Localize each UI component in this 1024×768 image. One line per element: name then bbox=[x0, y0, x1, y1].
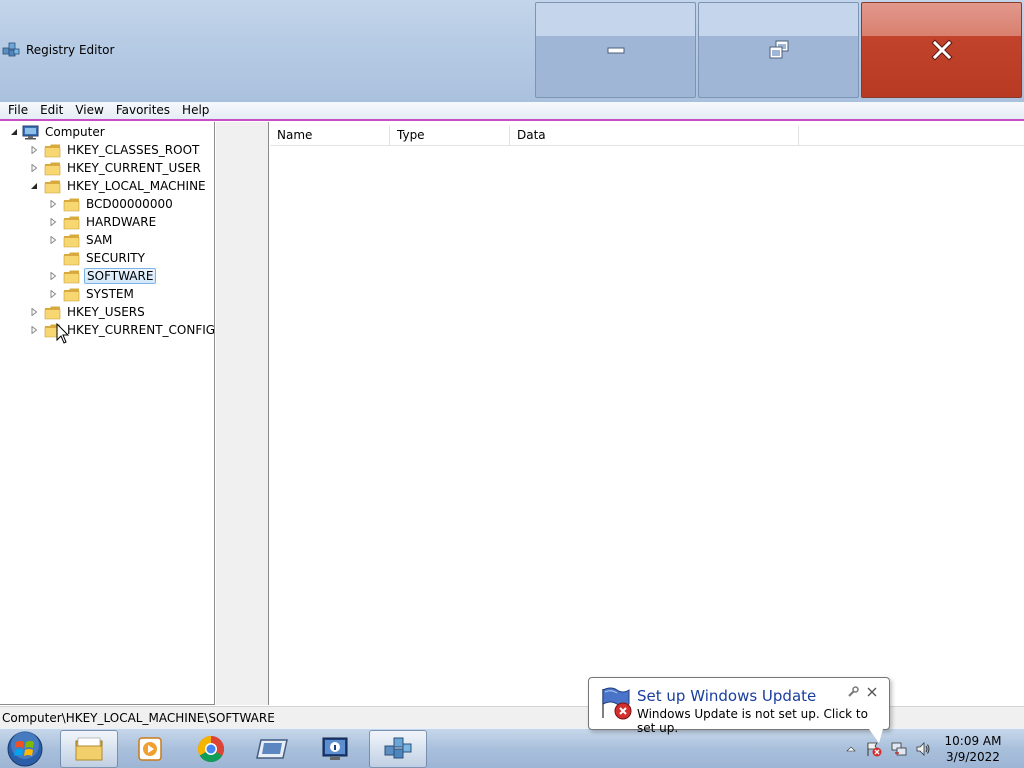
column-header-name[interactable]: Name bbox=[270, 126, 390, 146]
tree-item-label: HKEY_USERS bbox=[67, 305, 145, 319]
clock-time: 10:09 AM bbox=[944, 734, 1002, 748]
volume-icon[interactable] bbox=[915, 741, 931, 757]
tree-item-sam[interactable]: SAM bbox=[48, 231, 114, 249]
menu-bar: File Edit View Favorites Help bbox=[0, 102, 1024, 121]
media-player-icon bbox=[138, 737, 162, 761]
taskbar-system-information[interactable] bbox=[306, 730, 364, 768]
taskbar-remote-desktop[interactable] bbox=[243, 730, 301, 768]
action-center-flag-icon bbox=[602, 687, 632, 720]
show-hidden-icons[interactable] bbox=[843, 741, 859, 757]
menu-edit[interactable]: Edit bbox=[34, 102, 69, 119]
tree-item-label: BCD00000000 bbox=[86, 197, 173, 211]
folder-icon bbox=[44, 144, 61, 157]
folder-icon bbox=[63, 234, 80, 247]
tree-item-hkey-users[interactable]: HKEY_USERS bbox=[29, 303, 147, 321]
close-icon bbox=[930, 39, 953, 61]
close-icon[interactable] bbox=[866, 686, 878, 698]
taskbar-file-explorer[interactable] bbox=[60, 730, 118, 768]
folder-icon bbox=[63, 288, 80, 301]
tree-item-hkey-classes-root[interactable]: HKEY_CLASSES_ROOT bbox=[29, 141, 201, 159]
network-icon[interactable] bbox=[891, 741, 907, 757]
collapse-arrow-icon[interactable] bbox=[29, 326, 38, 335]
folder-icon bbox=[44, 306, 61, 319]
collapse-arrow-icon[interactable] bbox=[48, 290, 57, 299]
tree-item-label: SECURITY bbox=[86, 251, 145, 265]
tree-item-label: HKEY_LOCAL_MACHINE bbox=[67, 179, 206, 193]
tree-item-security[interactable]: SECURITY bbox=[48, 249, 147, 267]
tree-item-label-selected: SOFTWARE bbox=[84, 268, 157, 284]
collapse-arrow-icon[interactable] bbox=[48, 272, 57, 281]
chrome-icon bbox=[197, 735, 225, 763]
mouse-pointer-icon bbox=[56, 323, 70, 344]
notification-title: Set up Windows Update bbox=[637, 687, 817, 705]
window-title: Registry Editor bbox=[26, 43, 115, 57]
status-path: Computer\HKEY_LOCAL_MACHINE\SOFTWARE bbox=[2, 711, 275, 725]
expand-arrow-icon[interactable] bbox=[29, 182, 38, 191]
tree-item-system[interactable]: SYSTEM bbox=[48, 285, 136, 303]
folder-icon bbox=[63, 252, 80, 265]
remote-desktop-icon bbox=[256, 739, 288, 759]
no-expander-spacer bbox=[48, 254, 57, 263]
tree-item-hkey-local-machine[interactable]: HKEY_LOCAL_MACHINE bbox=[29, 177, 208, 195]
notification-pointer bbox=[869, 729, 883, 743]
tree-item-label: HKEY_CURRENT_USER bbox=[67, 161, 201, 175]
file-explorer-icon bbox=[75, 737, 103, 761]
title-bar[interactable]: Registry Editor bbox=[0, 0, 1024, 102]
collapse-arrow-icon[interactable] bbox=[29, 146, 38, 155]
registry-editor-app-icon bbox=[2, 42, 20, 57]
restore-icon bbox=[769, 40, 788, 59]
tree-item-hkey-current-user[interactable]: HKEY_CURRENT_USER bbox=[29, 159, 203, 177]
minimize-button[interactable] bbox=[535, 2, 696, 98]
pane-splitter[interactable] bbox=[216, 122, 269, 705]
collapse-arrow-icon[interactable] bbox=[48, 218, 57, 227]
taskbar-chrome[interactable] bbox=[182, 730, 240, 768]
taskbar-media-player[interactable] bbox=[121, 730, 179, 768]
clock-date: 3/9/2022 bbox=[946, 750, 1000, 764]
values-list[interactable]: Name Type Data bbox=[270, 122, 1024, 705]
folder-icon bbox=[63, 270, 80, 283]
tree-item-label: SYSTEM bbox=[86, 287, 134, 301]
system-info-icon bbox=[322, 737, 348, 760]
tree-item-computer[interactable]: Computer bbox=[9, 123, 107, 141]
tree-item-software[interactable]: SOFTWARE bbox=[48, 267, 157, 285]
collapse-arrow-icon[interactable] bbox=[29, 308, 38, 317]
expand-arrow-icon[interactable] bbox=[9, 128, 18, 137]
taskbar-clock[interactable]: 10:09 AM 3/9/2022 bbox=[940, 733, 1006, 765]
notification-text: Windows Update is not set up. Click to s… bbox=[637, 707, 868, 735]
collapse-arrow-icon[interactable] bbox=[29, 164, 38, 173]
menu-view[interactable]: View bbox=[69, 102, 109, 119]
column-header-type[interactable]: Type bbox=[390, 126, 510, 146]
restore-button[interactable] bbox=[698, 2, 859, 98]
menu-file[interactable]: File bbox=[2, 102, 34, 119]
folder-icon bbox=[63, 198, 80, 211]
folder-icon bbox=[44, 180, 61, 193]
minimize-icon bbox=[607, 47, 624, 54]
collapse-arrow-icon[interactable] bbox=[48, 200, 57, 209]
column-header-data[interactable]: Data bbox=[510, 126, 799, 146]
windows-start-orb[interactable] bbox=[5, 730, 45, 768]
tree-item-label: HKEY_CURRENT_CONFIG bbox=[67, 323, 215, 337]
collapse-arrow-icon[interactable] bbox=[48, 236, 57, 245]
key-tree[interactable]: Computer HKEY_CLASSES_ROOT HKEY_CURRENT_… bbox=[0, 122, 215, 705]
tree-item-hardware[interactable]: HARDWARE bbox=[48, 213, 158, 231]
registry-editor-icon bbox=[384, 737, 412, 759]
folder-icon bbox=[63, 216, 80, 229]
folder-icon bbox=[44, 162, 61, 175]
tree-item-label: Computer bbox=[45, 125, 105, 139]
tree-item-bcd00000000[interactable]: BCD00000000 bbox=[48, 195, 175, 213]
computer-icon bbox=[22, 125, 39, 139]
tree-item-label: HKEY_CLASSES_ROOT bbox=[67, 143, 200, 157]
tree-item-label: HARDWARE bbox=[86, 215, 157, 229]
wrench-icon[interactable] bbox=[847, 686, 859, 698]
menu-favorites[interactable]: Favorites bbox=[110, 102, 176, 119]
tree-item-label: SAM bbox=[86, 233, 113, 247]
taskbar-registry-editor[interactable] bbox=[369, 730, 427, 768]
menu-help[interactable]: Help bbox=[176, 102, 215, 119]
column-header-filler bbox=[799, 126, 1024, 146]
close-button[interactable] bbox=[861, 2, 1022, 98]
windows-update-notification[interactable]: Set up Windows Update Windows Update is … bbox=[588, 677, 890, 735]
action-center-alert-icon[interactable] bbox=[866, 741, 882, 757]
